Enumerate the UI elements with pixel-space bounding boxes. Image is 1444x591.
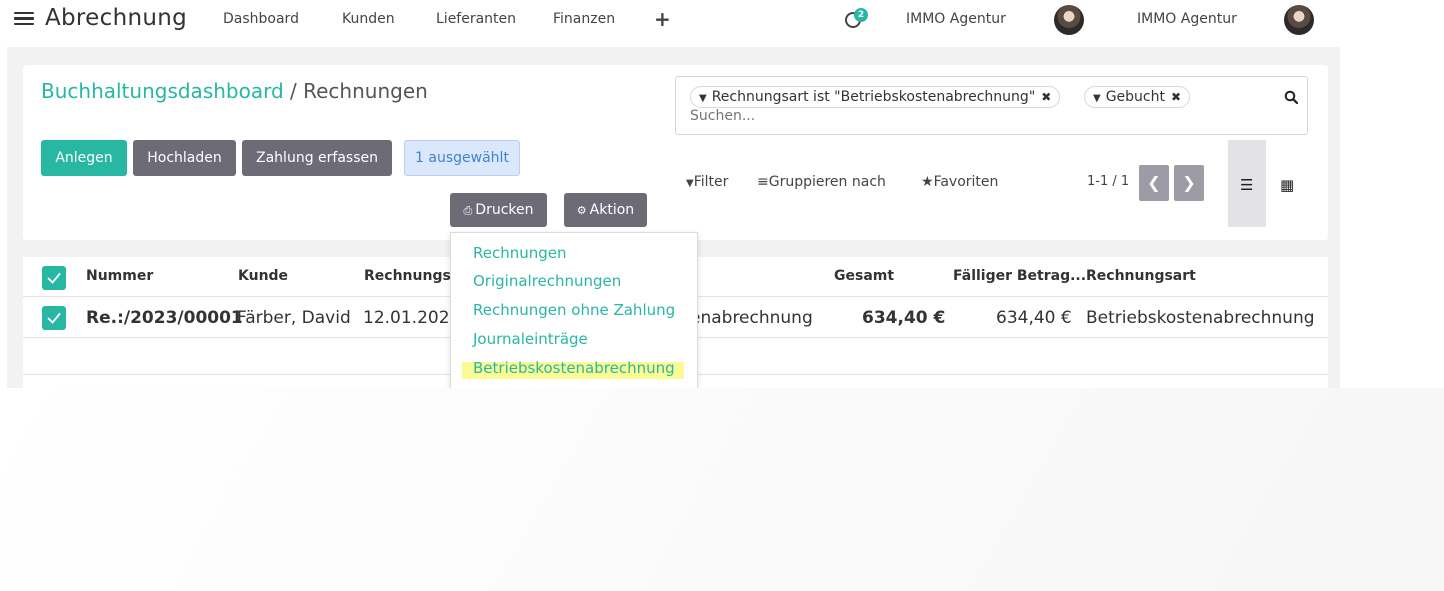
group-by-label: Gruppieren nach xyxy=(768,174,886,190)
cell-number: Re.:/2023/00001 xyxy=(86,308,243,328)
user-avatar-2[interactable] xyxy=(1284,5,1314,35)
close-icon[interactable]: ✖ xyxy=(1171,90,1181,104)
favorites-toggle[interactable]: ★Favoriten xyxy=(921,174,998,190)
top-navbar: Abrechnung Dashboard Kunden Lieferanten … xyxy=(0,0,1340,40)
cell-date: 12.01.2023 xyxy=(363,308,461,328)
list-view-button[interactable]: ☰ xyxy=(1228,140,1266,227)
company-name[interactable]: IMMO Agentur xyxy=(1137,11,1237,27)
kanban-view-button[interactable]: ▦ xyxy=(1268,140,1306,227)
pager-value[interactable]: 1-1 / 1 xyxy=(1087,174,1129,189)
selected-count-badge[interactable]: 1 ausgewählt xyxy=(404,140,520,176)
select-all-checkbox[interactable] xyxy=(42,266,66,290)
cell-hidden-type: enabrechnung xyxy=(690,308,813,328)
column-nummer[interactable]: Nummer xyxy=(86,268,153,284)
check-icon xyxy=(47,312,61,324)
print-menu-item-betriebskostenabrechnung[interactable]: Betriebskostenabrechnung xyxy=(473,359,675,377)
user-avatar[interactable] xyxy=(1054,5,1084,35)
activity-clock-icon[interactable]: 2 xyxy=(845,8,871,32)
facet-rechnungsart[interactable]: ▼ Rechnungsart ist "Betriebskostenabrechn… xyxy=(690,86,1061,108)
close-icon[interactable]: ✖ xyxy=(1041,90,1051,104)
list-view-icon: ☰ xyxy=(1240,176,1254,194)
print-menu-item-rechnungen[interactable]: Rechnungen xyxy=(473,244,567,262)
facet-label: Gebucht xyxy=(1105,89,1165,105)
breadcrumb-current: Rechnungen xyxy=(303,79,428,103)
breadcrumb-parent[interactable]: Buchhaltungsdashboard xyxy=(41,79,284,103)
breadcrumb: Buchhaltungsdashboard / Rechnungen xyxy=(41,79,428,103)
group-by-toggle[interactable]: ≡Gruppieren nach xyxy=(757,174,886,190)
row-checkbox[interactable] xyxy=(42,306,66,330)
column-kunde[interactable]: Kunde xyxy=(238,268,288,284)
company-switcher[interactable]: IMMO Agentur xyxy=(906,11,1006,27)
list-lines-icon: ≡ xyxy=(757,174,769,190)
column-rechnungsdatum[interactable]: Rechnungs xyxy=(364,268,451,284)
gear-icon: ⚙ xyxy=(576,204,587,217)
breadcrumb-separator: / xyxy=(283,79,304,103)
facet-label: Rechnungsart ist "Betriebskostenabrechnu… xyxy=(711,89,1036,105)
create-button[interactable]: Anlegen xyxy=(41,140,127,176)
filter-toggle[interactable]: ▼Filter xyxy=(686,174,728,190)
column-rechnungsart[interactable]: Rechnungsart xyxy=(1086,268,1196,284)
pager-previous-button[interactable]: ❮ xyxy=(1139,165,1169,201)
print-menu-item-journaleintraege[interactable]: Journaleinträge xyxy=(473,330,588,348)
app-title[interactable]: Abrechnung xyxy=(45,5,187,31)
upload-button[interactable]: Hochladen xyxy=(133,140,236,176)
cell-total: 634,40 € xyxy=(862,308,946,328)
print-menu-item-ohne-zahlung[interactable]: Rechnungen ohne Zahlung xyxy=(473,301,675,319)
action-button[interactable]: ⚙ Aktion xyxy=(564,193,647,227)
column-gesamt[interactable]: Gesamt xyxy=(834,268,894,284)
hamburger-menu-icon[interactable] xyxy=(14,9,34,29)
chevron-left-icon: ❮ xyxy=(1147,173,1161,192)
column-faelliger-betrag[interactable]: Fälliger Betrag... xyxy=(953,268,1086,284)
plus-icon[interactable]: + xyxy=(654,7,671,31)
check-icon xyxy=(47,272,61,284)
action-label: Aktion xyxy=(589,202,635,218)
nav-dashboard[interactable]: Dashboard xyxy=(223,11,299,27)
activity-badge: 2 xyxy=(854,8,868,22)
chevron-right-icon: ❯ xyxy=(1182,173,1196,192)
register-payment-button[interactable]: Zahlung erfassen xyxy=(242,140,392,176)
filter-icon: ▼ xyxy=(699,93,707,104)
filter-label: Filter xyxy=(693,174,729,190)
background-decoration xyxy=(0,388,1444,591)
nav-finanzen[interactable]: Finanzen xyxy=(553,11,615,27)
search-icon[interactable] xyxy=(1284,90,1298,104)
nav-lieferanten[interactable]: Lieferanten xyxy=(436,11,516,27)
print-label: Drucken xyxy=(475,202,534,218)
cell-due: 634,40 € xyxy=(996,308,1072,328)
filter-icon: ▼ xyxy=(1093,93,1101,104)
print-menu-item-originalrechnungen[interactable]: Originalrechnungen xyxy=(473,272,621,290)
search-box[interactable]: ▼ Rechnungsart ist "Betriebskostenabrechn… xyxy=(675,76,1308,135)
print-button[interactable]: ⎙ Drucken xyxy=(450,193,547,227)
favorites-label: Favoriten xyxy=(933,174,999,190)
cell-customer: Färber, David xyxy=(237,308,351,328)
printer-icon: ⎙ xyxy=(463,204,473,217)
facet-gebucht[interactable]: ▼ Gebucht ✖ xyxy=(1084,86,1191,108)
cell-invoice-type: Betriebskostenabrechnung xyxy=(1086,308,1315,328)
star-icon: ★ xyxy=(921,174,934,190)
pager-next-button[interactable]: ❯ xyxy=(1174,165,1204,201)
filter-icon: ▼ xyxy=(686,178,694,189)
search-input[interactable] xyxy=(690,108,1090,124)
kanban-view-icon: ▦ xyxy=(1280,176,1295,194)
nav-kunden[interactable]: Kunden xyxy=(342,11,395,27)
